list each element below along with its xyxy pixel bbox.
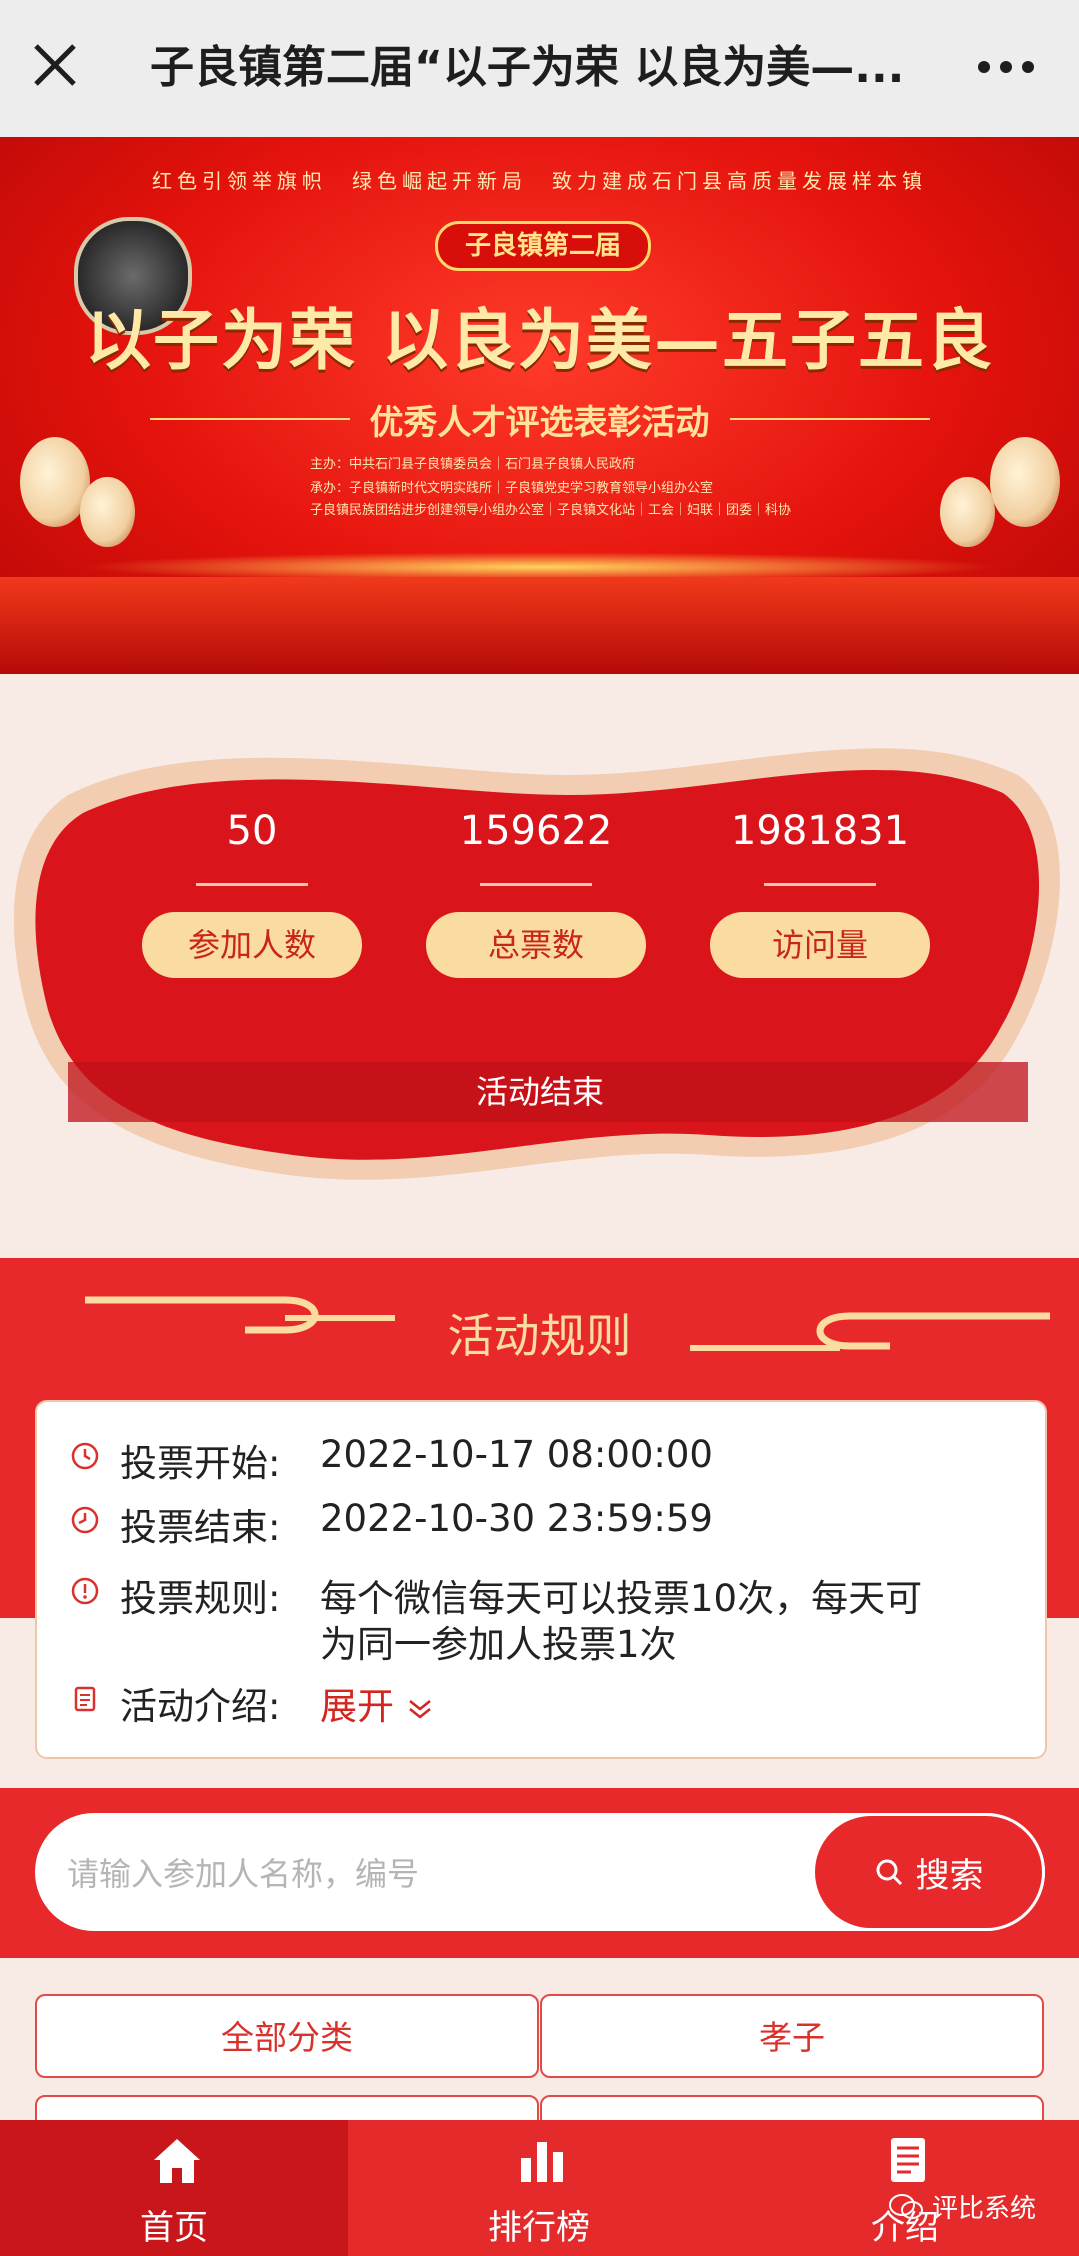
participants-count: 50 xyxy=(226,808,278,854)
intro-expand-text: 展开 xyxy=(320,1685,394,1728)
banner-subline: 优秀人才评选表彰活动 xyxy=(369,403,710,443)
tab-home-label: 首页 xyxy=(140,2208,208,2248)
banner-organizer-line: 主办：中共石门县子良镇委员会｜石门县子良镇人民政府 xyxy=(310,457,636,472)
vote-start-label: 投票开始: xyxy=(120,1442,281,1485)
clock-icon xyxy=(71,1506,99,1534)
search-button-label: 搜索 xyxy=(915,1855,984,1896)
stage-floor xyxy=(0,577,1079,674)
top-nav-bar: 子良镇第二届“以子为荣 以良为美—... xyxy=(0,0,1079,137)
tab-ranking-label: 排行榜 xyxy=(488,2208,590,2248)
search-input[interactable] xyxy=(65,1838,809,1910)
more-options-icon[interactable] xyxy=(976,52,1036,82)
banner-badge: 子良镇第二届 xyxy=(435,221,651,271)
banner-headline: 以子为荣 以良为美—五子五良 xyxy=(85,301,994,379)
drum-decoration xyxy=(990,437,1060,527)
document-icon xyxy=(891,2138,925,2182)
title-ornament-right xyxy=(690,1312,1050,1351)
banner-organizer-line: 承办：子良镇新时代文明实践所｜子良镇党史学习教育领导小组办公室 xyxy=(310,481,714,496)
drum-decoration xyxy=(80,477,135,547)
search-button[interactable]: 搜索 xyxy=(812,1813,1045,1931)
vote-rule-label: 投票规则: xyxy=(120,1577,281,1620)
drum-decoration xyxy=(940,477,995,547)
activity-status: 活动结束 xyxy=(475,1073,604,1111)
clock-icon xyxy=(71,1442,99,1470)
bar-chart-icon xyxy=(521,2142,563,2182)
visits-label: 访问量 xyxy=(710,912,930,978)
participants-label: 参加人数 xyxy=(142,912,362,978)
banner-slogan: 红色引领举旗帜 绿色崛起开新局 致力建成石门县高质量发展样本镇 xyxy=(152,169,927,193)
page-title: 子良镇第二届“以子为荣 以良为美—... xyxy=(150,42,905,93)
wechat-icon xyxy=(889,2193,923,2219)
event-banner: 红色引领举旗帜 绿色崛起开新局 致力建成石门县高质量发展样本镇 子良镇第二届 以… xyxy=(0,137,1079,674)
total-votes-label: 总票数 xyxy=(426,912,646,978)
document-icon xyxy=(74,1686,96,1712)
intro-label: 活动介绍: xyxy=(120,1685,281,1728)
banner-organizer-line: 子良镇民族团结进步创建领导小组办公室｜子良镇文化站｜工会｜妇联｜团委｜科协 xyxy=(310,503,792,518)
search-icon xyxy=(876,1859,902,1886)
tab-ranking[interactable]: 排行榜 xyxy=(365,2120,713,2256)
vote-end-value: 2022-10-30 23:59:59 xyxy=(320,1497,713,1540)
watermark-text: 评比系统 xyxy=(932,2194,1037,2224)
home-icon xyxy=(154,2139,200,2183)
total-votes-count: 159622 xyxy=(459,808,613,854)
stat-divider xyxy=(764,883,876,886)
stat-divider xyxy=(196,883,308,886)
close-icon[interactable] xyxy=(28,38,82,92)
category-filial-button[interactable]: 孝子 xyxy=(540,1994,1044,2078)
vote-start-value: 2022-10-17 08:00:00 xyxy=(320,1433,713,1476)
category-all-button[interactable]: 全部分类 xyxy=(35,1994,539,2078)
visits-count: 1981831 xyxy=(730,808,910,854)
tab-home[interactable]: 首页 xyxy=(0,2120,348,2256)
info-icon xyxy=(71,1577,99,1605)
stat-divider xyxy=(480,883,592,886)
vote-end-label: 投票结束: xyxy=(120,1506,281,1549)
chevron-down-icon xyxy=(408,1699,431,1719)
vote-rule-line-2: 为同一参加人投票1次 xyxy=(320,1623,677,1666)
intro-expand-link[interactable]: 展开 xyxy=(320,1676,434,1730)
watermark: 评比系统 xyxy=(888,2188,1036,2225)
